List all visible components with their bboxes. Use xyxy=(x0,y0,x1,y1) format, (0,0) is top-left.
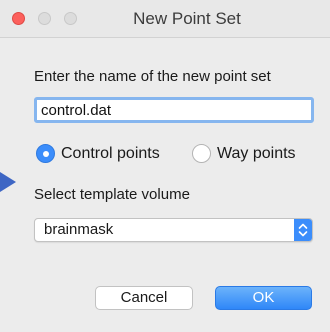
name-prompt-label: Enter the name of the new point set xyxy=(34,68,271,85)
radio-selected-indicator[interactable] xyxy=(36,144,55,163)
arrow-marker-icon xyxy=(0,172,16,192)
template-volume-select[interactable]: brainmask xyxy=(34,218,313,242)
radio-unselected-indicator[interactable] xyxy=(192,144,211,163)
ok-button[interactable]: OK xyxy=(215,286,312,310)
radio-control-points[interactable]: Control points xyxy=(36,144,160,163)
window-title: New Point Set xyxy=(133,9,241,28)
new-point-set-dialog: New Point Set Enter the name of the new … xyxy=(0,0,330,332)
template-volume-value: brainmask xyxy=(44,221,114,238)
template-volume-label: Select template volume xyxy=(34,186,190,203)
radio-way-points[interactable]: Way points xyxy=(192,144,296,163)
point-set-name-input[interactable] xyxy=(34,97,314,123)
radio-way-points-label: Way points xyxy=(217,144,296,162)
title-bar: New Point Set xyxy=(0,0,330,38)
cancel-button[interactable]: Cancel xyxy=(95,286,193,310)
radio-control-points-label: Control points xyxy=(61,144,160,162)
updown-chevron-icon[interactable] xyxy=(294,219,312,241)
dialog-content: Enter the name of the new point set Cont… xyxy=(20,38,330,332)
